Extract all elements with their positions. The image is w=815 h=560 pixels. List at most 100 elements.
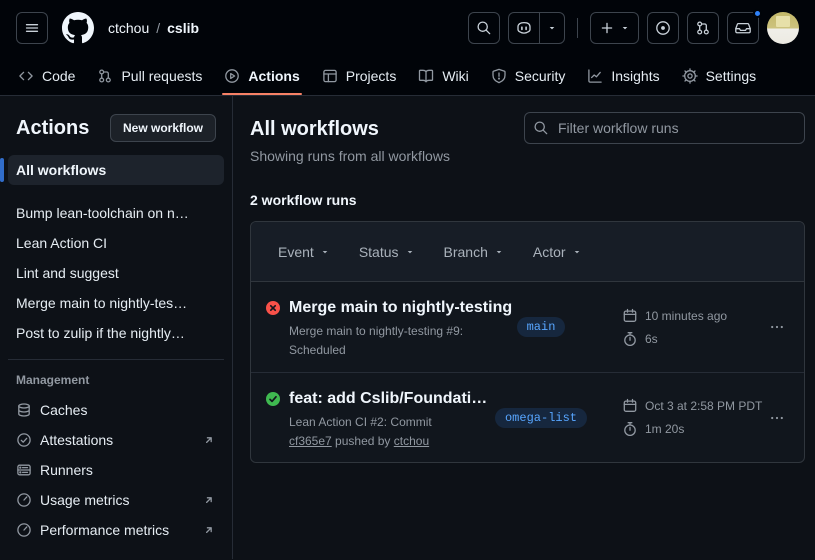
issues-button[interactable] [647, 12, 679, 44]
workflow-label: Lint and suggest [16, 265, 119, 281]
tab-label: Insights [611, 68, 659, 84]
run-time: Oct 3 at 2:58 PM PDT [645, 399, 762, 413]
page-title: All workflows [250, 118, 450, 141]
run-title-link[interactable]: Merge main to nightly-testing [289, 299, 493, 317]
actor-link[interactable]: ctchou [394, 434, 429, 448]
database-icon [16, 402, 32, 418]
run-meta: Oct 3 at 2:58 PM PDT 1m 20s [622, 373, 764, 462]
sidebar-item-workflow[interactable]: Lean Action CI [8, 228, 224, 258]
create-new-button[interactable] [590, 12, 639, 44]
tab-label: Projects [346, 68, 397, 84]
tab-insights[interactable]: Insights [579, 56, 667, 95]
tab-wiki[interactable]: Wiki [410, 56, 476, 95]
header-actions [468, 12, 799, 44]
play-circle-icon [224, 68, 240, 84]
tab-label: Security [515, 68, 566, 84]
sidebar-item-workflow[interactable]: Bump lean-toolchain on n… [8, 198, 224, 228]
search-icon [533, 120, 549, 136]
tab-actions[interactable]: Actions [216, 56, 307, 95]
copilot-split-button [508, 12, 565, 44]
copilot-button[interactable] [509, 13, 539, 43]
branch-filter-dropdown[interactable]: Branch [444, 244, 504, 260]
hamburger-menu-button[interactable] [16, 12, 48, 44]
run-description: Lean Action CI #2: Commit cf365e7 pushed… [289, 413, 493, 450]
shield-icon [491, 68, 507, 84]
tab-projects[interactable]: Projects [314, 56, 405, 95]
github-mark-icon [62, 12, 94, 44]
book-icon [418, 68, 434, 84]
search-button[interactable] [468, 12, 500, 44]
filter-workflow-runs-input[interactable] [556, 119, 796, 137]
tab-settings[interactable]: Settings [674, 56, 765, 95]
gear-icon [682, 68, 698, 84]
actor-filter-dropdown[interactable]: Actor [533, 244, 582, 260]
kebab-horizontal-icon [769, 410, 785, 426]
chevron-down-icon [620, 23, 630, 33]
pull-requests-button[interactable] [687, 12, 719, 44]
header-divider [577, 18, 578, 38]
sidebar-item-label: Attestations [40, 432, 113, 448]
new-workflow-button[interactable]: New workflow [110, 114, 216, 142]
workflow-run-row: feat: add Cslib/Foundati… Lean Action CI… [251, 372, 804, 462]
tab-security[interactable]: Security [483, 56, 574, 95]
arrow-up-right-icon [202, 433, 216, 447]
rows-icon [16, 462, 32, 478]
copilot-menu-button[interactable] [539, 13, 564, 43]
tab-label: Wiki [442, 68, 468, 84]
sidebar-item-caches[interactable]: Caches [8, 395, 224, 425]
table-icon [322, 68, 338, 84]
branch-badge[interactable]: main [517, 317, 566, 337]
sidebar-item-workflow[interactable]: Post to zulip if the nightly… [8, 318, 224, 348]
workflow-run-row: Merge main to nightly-testing Merge main… [251, 282, 804, 372]
search-icon [476, 20, 492, 36]
breadcrumb: ctchou / cslib [108, 20, 199, 36]
github-logo-link[interactable] [62, 12, 94, 44]
global-header: ctchou / cslib [0, 0, 815, 56]
run-title-link[interactable]: feat: add Cslib/Foundati… [289, 390, 493, 408]
run-time: 10 minutes ago [645, 309, 727, 323]
inbox-icon [735, 20, 751, 36]
sidebar-item-runners[interactable]: Runners [8, 455, 224, 485]
breadcrumb-owner[interactable]: ctchou [108, 20, 149, 36]
sidebar-item-workflow[interactable]: Merge main to nightly-tes… [8, 288, 224, 318]
event-filter-dropdown[interactable]: Event [278, 244, 330, 260]
branch-badge[interactable]: omega-list [495, 408, 587, 428]
tab-label: Pull requests [121, 68, 202, 84]
run-description: Merge main to nightly-testing #9: Schedu… [289, 322, 493, 359]
run-options-button[interactable] [764, 373, 790, 462]
tab-code[interactable]: Code [10, 56, 83, 95]
git-pull-request-icon [97, 68, 113, 84]
tab-label: Settings [706, 68, 757, 84]
stopwatch-icon [622, 331, 638, 347]
sidebar-item-performance-metrics[interactable]: Performance metrics [8, 515, 224, 545]
sidebar-item-label: Performance metrics [40, 522, 169, 538]
chevron-down-icon [547, 23, 557, 33]
sidebar-item-attestations[interactable]: Attestations [8, 425, 224, 455]
tab-pull-requests[interactable]: Pull requests [89, 56, 210, 95]
git-pull-request-icon [695, 20, 711, 36]
avatar[interactable] [767, 12, 799, 44]
run-description-line1: Merge main to nightly-testing #9: [289, 324, 463, 338]
sidebar-item-label: All workflows [16, 162, 106, 178]
sidebar-item-workflow[interactable]: Lint and suggest [8, 258, 224, 288]
sidebar-item-usage-metrics[interactable]: Usage metrics [8, 485, 224, 515]
filter-label: Event [278, 244, 314, 260]
run-options-button[interactable] [764, 282, 790, 372]
workflow-label: Merge main to nightly-tes… [16, 295, 187, 311]
commit-link[interactable]: cf365e7 [289, 434, 332, 448]
filter-workflow-runs-box [524, 112, 805, 144]
sidebar-item-label: Runners [40, 462, 93, 478]
sidebar-item-all-workflows[interactable]: All workflows [8, 155, 224, 185]
sidebar-item-label: Caches [40, 402, 87, 418]
filter-label: Branch [444, 244, 488, 260]
chevron-down-icon [494, 247, 504, 257]
breadcrumb-repo[interactable]: cslib [167, 20, 199, 36]
page-subtitle: Showing runs from all workflows [250, 148, 450, 164]
kebab-horizontal-icon [769, 319, 785, 335]
runs-filter-bar: Event Status Branch Actor [251, 222, 804, 282]
status-filter-dropdown[interactable]: Status [359, 244, 415, 260]
circle-dot-icon [655, 20, 671, 36]
workflow-runs-card: Event Status Branch Actor [250, 221, 805, 463]
meter-icon [16, 522, 32, 538]
selected-indicator-bar [0, 158, 4, 182]
